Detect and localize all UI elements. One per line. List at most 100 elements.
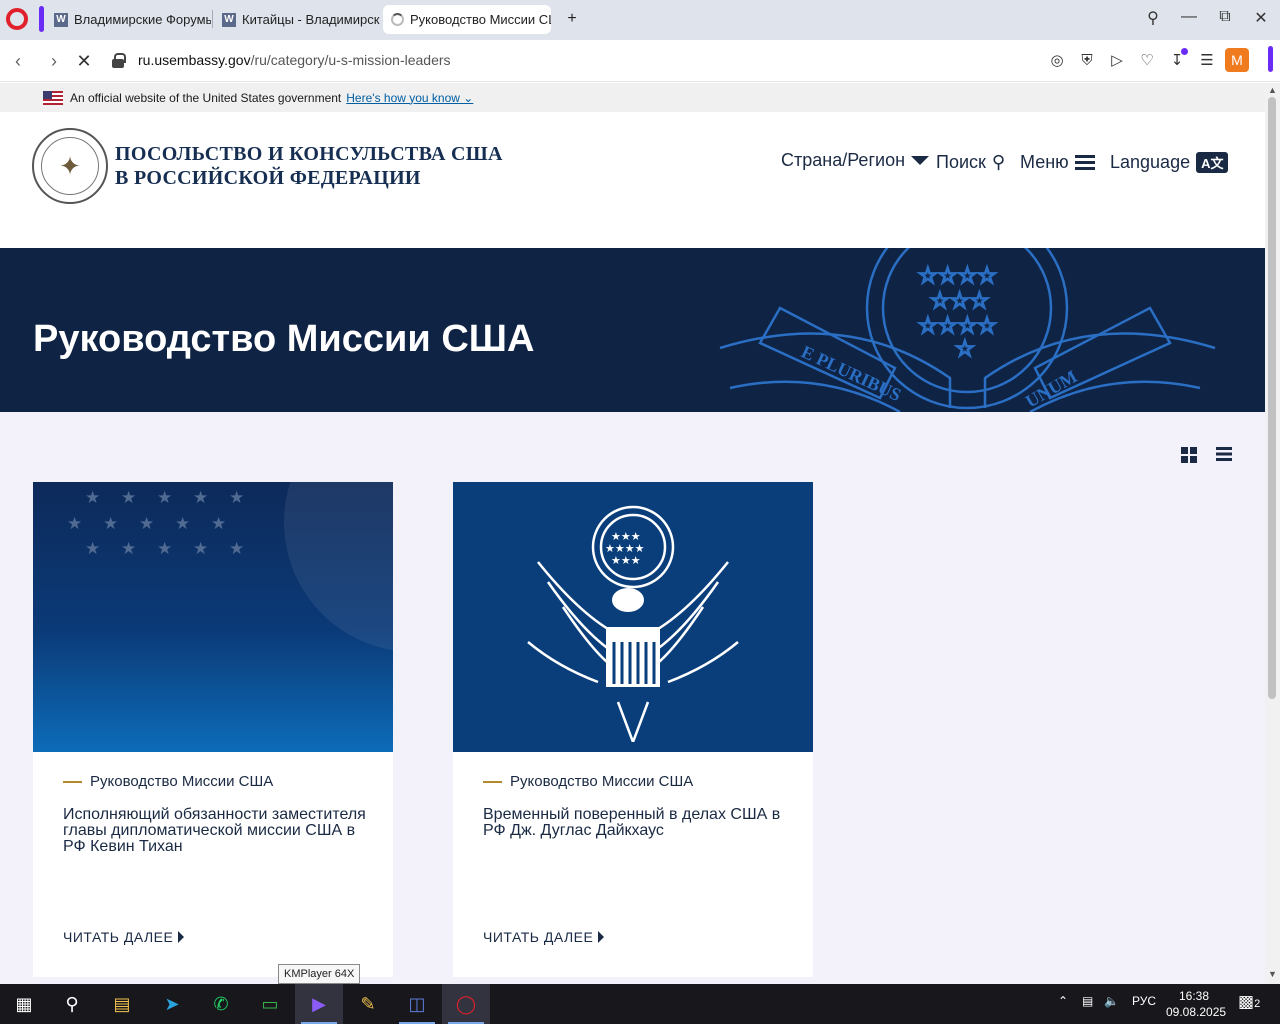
kmplayer-icon[interactable]: ▶ <box>295 984 343 1024</box>
star-icon: ★ <box>121 539 137 558</box>
reader-app-icon[interactable]: ▭ <box>246 984 294 1024</box>
send-icon[interactable]: ▷ <box>1106 50 1128 72</box>
notes-app-icon[interactable]: ✎ <box>344 984 392 1024</box>
forward-button[interactable]: › <box>43 50 65 72</box>
read-more-label: ЧИТАТЬ ДАЛЕЕ <box>483 929 594 945</box>
taskbar-tooltip: KMPlayer 64X <box>278 964 361 984</box>
grid-view-icon[interactable] <box>1181 447 1197 463</box>
embassy-seal-logo[interactable]: ✦ <box>32 128 108 204</box>
shield-icon[interactable]: ⛨ <box>1076 50 1098 72</box>
svg-text:★★★: ★★★ <box>611 531 641 543</box>
country-region-label: Страна/Регион <box>781 150 906 170</box>
svg-text:★★★★: ★★★★ <box>605 543 645 555</box>
address-bar: ‹ › ✕ ru.usembassy.gov/ru/category/u-s-m… <box>0 40 1280 82</box>
scroll-thumb[interactable] <box>1268 97 1276 699</box>
forum-favicon-icon: W <box>222 12 236 27</box>
easy-setup-icon[interactable]: ☰ <box>1196 50 1218 72</box>
lock-icon[interactable] <box>112 53 126 68</box>
tab-mission-leaders[interactable]: Руководство Миссии США <box>383 5 551 34</box>
new-tab-button[interactable]: + <box>562 9 582 29</box>
thumbnail-circle-decoration <box>284 482 393 652</box>
card-title[interactable]: Временный поверенный в делах США в РФ Дж… <box>483 807 788 839</box>
tab-vladimir-forums[interactable]: W Владимирские Форумы V <box>46 5 211 34</box>
menu-label: Меню <box>1020 152 1069 172</box>
browser-tab-bar: W Владимирские Форумы V W Китайцы - Влад… <box>0 0 1280 40</box>
svg-text:☆☆☆☆: ☆☆☆☆ <box>918 313 997 338</box>
minimize-button[interactable]: — <box>1177 8 1201 30</box>
url-field[interactable]: ru.usembassy.gov/ru/category/u-s-mission… <box>138 52 451 68</box>
file-explorer-icon[interactable]: ▤ <box>98 984 146 1024</box>
gov-banner-text: An official website of the United States… <box>70 90 342 105</box>
tab-search-icon[interactable]: ⚲ <box>1141 8 1165 30</box>
page-title: Руководство Миссии США <box>33 318 535 360</box>
search-button[interactable]: Поиск ⚲ <box>936 152 1005 173</box>
star-icon: ★ <box>85 539 101 558</box>
stop-loading-button[interactable]: ✕ <box>73 50 95 72</box>
tab-label: Китайцы - Владимирские <box>242 12 380 27</box>
star-icon: ★ <box>121 488 137 507</box>
whatsapp-icon[interactable]: ✆ <box>197 984 245 1024</box>
star-icon: ★ <box>157 539 173 558</box>
star-icon: ★ <box>193 539 209 558</box>
show-hidden-icons[interactable]: ⌃ <box>1058 994 1068 1008</box>
tab-label: Руководство Миссии США <box>410 12 551 27</box>
gov-banner: An official website of the United States… <box>0 83 1265 112</box>
article-card[interactable]: ★ ★ ★ ★ ★ ★ ★ ★ ★ ★ ★ ★ ★ ★ ★ Руководств… <box>33 482 393 977</box>
save-app-icon[interactable]: ◫ <box>393 984 441 1024</box>
star-icon: ★ <box>157 488 173 507</box>
card-category[interactable]: Руководство Миссии США <box>63 773 273 790</box>
language-button[interactable]: Language A文 <box>1110 152 1229 173</box>
language-icon: A文 <box>1196 152 1229 173</box>
site-title[interactable]: ПОСОЛЬСТВО И КОНСУЛЬСТВА США В РОССИЙСКО… <box>115 142 503 190</box>
how-you-know-label: Here's how you know <box>346 90 460 105</box>
hero-banner: Руководство Миссии США ☆☆☆☆ ☆☆☆ ☆☆☆☆ ☆ E… <box>0 248 1265 412</box>
back-button[interactable]: ‹ <box>7 50 29 72</box>
url-host: ru.usembassy.gov <box>138 52 251 68</box>
scroll-up-icon[interactable]: ▲ <box>1267 85 1278 95</box>
page-scrollbar[interactable]: ▲ ▼ <box>1265 83 1280 984</box>
menu-button[interactable]: Меню <box>1020 152 1095 173</box>
read-more-link[interactable]: ЧИТАТЬ ДАЛЕЕ <box>63 929 185 945</box>
heart-icon[interactable]: ♡ <box>1136 50 1158 72</box>
taskbar-search-icon[interactable]: ⚲ <box>48 984 96 1024</box>
notification-count: 2 <box>1254 998 1261 1010</box>
tab-chinese-vladimir[interactable]: W Китайцы - Владимирские <box>214 5 380 34</box>
keyboard-language[interactable]: РУС <box>1132 994 1156 1008</box>
download-badge <box>1181 48 1188 55</box>
volume-icon[interactable]: 🔈 <box>1104 994 1119 1008</box>
system-clock[interactable]: 16:38 09.08.2025 <box>1166 988 1227 1020</box>
notification-center-icon[interactable]: ▩2 <box>1238 992 1260 1012</box>
telegram-icon[interactable]: ➤ <box>148 984 196 1024</box>
category-dash <box>483 780 502 783</box>
list-view-icon[interactable] <box>1216 447 1232 463</box>
read-more-link[interactable]: ЧИТАТЬ ДАЛЕЕ <box>483 929 605 945</box>
windows-start-icon[interactable]: ▦ <box>0 984 48 1024</box>
hamburger-icon <box>1074 155 1095 170</box>
scroll-down-icon[interactable]: ▼ <box>1267 969 1278 979</box>
great-seal-eagle-icon: ★★★ ★★★★ ★★★ <box>527 505 739 742</box>
site-title-line2: В РОССИЙСКОЙ ФЕДЕРАЦИИ <box>115 167 421 189</box>
clock-date: 09.08.2025 <box>1166 1005 1227 1019</box>
loading-spinner-icon <box>391 13 404 26</box>
caret-right-icon <box>178 931 185 943</box>
how-you-know-link[interactable]: Here's how you know ⌄ <box>346 91 473 105</box>
network-icon[interactable]: ▤ <box>1082 994 1093 1008</box>
star-icon: ★ <box>229 488 245 507</box>
close-window-button[interactable]: ✕ <box>1249 8 1273 30</box>
opera-taskbar-icon[interactable]: ◯ <box>442 984 490 1024</box>
article-card[interactable]: ★★★ ★★★★ ★★★ Руководство Миссии США Врем… <box>453 482 813 977</box>
opera-logo-icon[interactable] <box>6 8 28 30</box>
country-region-dropdown[interactable]: Страна/Регион <box>781 150 930 171</box>
card-category-label: Руководство Миссии США <box>510 773 694 790</box>
restore-button[interactable]: ⧉ <box>1213 8 1237 30</box>
profile-avatar[interactable]: M <box>1225 48 1249 72</box>
camera-icon[interactable]: ◎ <box>1046 50 1068 72</box>
star-icon: ★ <box>175 514 191 533</box>
star-icon: ★ <box>103 514 119 533</box>
svg-text:☆☆☆: ☆☆☆ <box>930 288 989 313</box>
card-category-label: Руководство Миссии США <box>90 773 274 790</box>
svg-text:☆☆☆☆: ☆☆☆☆ <box>918 263 997 288</box>
card-category[interactable]: Руководство Миссии США <box>483 773 693 790</box>
card-title[interactable]: Исполняющий обязанности заместителя глав… <box>63 807 368 855</box>
search-icon: ⚲ <box>991 152 1006 172</box>
